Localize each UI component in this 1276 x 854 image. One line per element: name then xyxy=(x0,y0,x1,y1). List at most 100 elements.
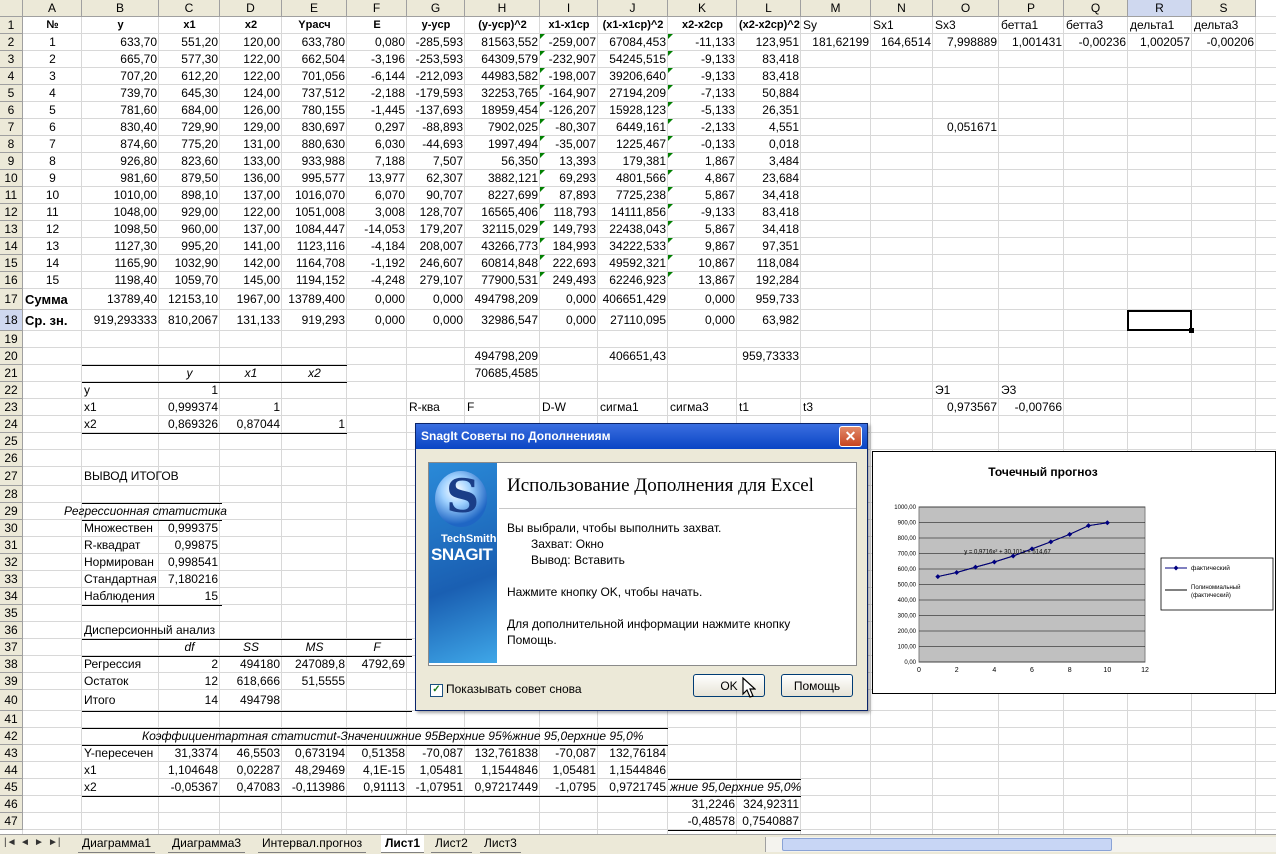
cell-H23[interactable]: F xyxy=(465,399,540,416)
cell-F17[interactable]: 0,000 xyxy=(347,289,407,310)
cell-D24[interactable]: 0,87044 xyxy=(220,416,282,433)
cell-I12[interactable]: 118,793 xyxy=(540,204,598,221)
cell-G9[interactable]: 7,507 xyxy=(407,153,465,170)
cell-G12[interactable]: 128,707 xyxy=(407,204,465,221)
cell-G17[interactable]: 0,000 xyxy=(407,289,465,310)
column-header-J[interactable]: J xyxy=(598,0,668,17)
sheet-tab-0[interactable]: Диаграмма1 xyxy=(78,835,156,853)
cell-I7[interactable]: -80,307 xyxy=(540,119,598,136)
cell-O22[interactable]: Э1 xyxy=(933,382,999,399)
cell-J2[interactable]: 67084,453 xyxy=(598,34,668,51)
cell-J12[interactable]: 14111,856 xyxy=(598,204,668,221)
cell-H6[interactable]: 18959,454 xyxy=(465,102,540,119)
cell-J20[interactable]: 406651,43 xyxy=(598,348,668,365)
row-header-28[interactable]: 28 xyxy=(0,486,23,503)
column-header-P[interactable]: P xyxy=(999,0,1064,17)
row-header-47[interactable]: 47 xyxy=(0,813,23,830)
cell-G6[interactable]: -137,693 xyxy=(407,102,465,119)
cell-C5[interactable]: 645,30 xyxy=(159,85,220,102)
cell-B15[interactable]: 1165,90 xyxy=(82,255,159,272)
row-header-19[interactable]: 19 xyxy=(0,331,23,348)
row-header-17[interactable]: 17 xyxy=(0,289,23,310)
cell-L2[interactable]: 123,951 xyxy=(737,34,801,51)
cell-F37[interactable]: F xyxy=(347,639,407,656)
row-header-22[interactable]: 22 xyxy=(0,382,23,399)
cell-B30[interactable]: Множествен xyxy=(82,520,159,537)
cell-F16[interactable]: -4,248 xyxy=(347,272,407,289)
cell-E5[interactable]: 737,512 xyxy=(282,85,347,102)
cell-D21[interactable]: x1 xyxy=(220,365,282,382)
cell-C33[interactable]: 7,180216 xyxy=(159,571,220,588)
cell-C15[interactable]: 1032,90 xyxy=(159,255,220,272)
cell-D4[interactable]: 122,00 xyxy=(220,68,282,85)
cell-D43[interactable]: 46,5503 xyxy=(220,745,282,762)
cell-C21[interactable]: y xyxy=(159,365,220,382)
cell-A29[interactable]: Регрессионная статистика xyxy=(62,503,282,520)
cell-I23[interactable]: D-W xyxy=(540,399,598,416)
cell-K1[interactable]: x2-x2ср xyxy=(668,17,737,34)
cell-D5[interactable]: 124,00 xyxy=(220,85,282,102)
cell-G43[interactable]: -70,087 xyxy=(407,745,465,762)
cell-C13[interactable]: 960,00 xyxy=(159,221,220,238)
cell-P23[interactable]: -0,00766 xyxy=(999,399,1064,416)
row-header-44[interactable]: 44 xyxy=(0,762,23,779)
cell-J13[interactable]: 22438,043 xyxy=(598,221,668,238)
cell-C45[interactable]: -0,05367 xyxy=(159,779,220,796)
cell-I4[interactable]: -198,007 xyxy=(540,68,598,85)
cell-F44[interactable]: 4,1E-15 xyxy=(347,762,407,779)
cell-M1[interactable]: Sy xyxy=(801,17,871,34)
cell-R2[interactable]: 1,002057 xyxy=(1128,34,1192,51)
cell-D2[interactable]: 120,00 xyxy=(220,34,282,51)
cell-E38[interactable]: 247089,8 xyxy=(282,656,347,673)
cell-C7[interactable]: 729,90 xyxy=(159,119,220,136)
cell-F18[interactable]: 0,000 xyxy=(347,310,407,331)
cell-B11[interactable]: 1010,00 xyxy=(82,187,159,204)
cell-C18[interactable]: 810,2067 xyxy=(159,310,220,331)
cell-G13[interactable]: 179,207 xyxy=(407,221,465,238)
cell-C34[interactable]: 15 xyxy=(159,588,220,605)
cell-L18[interactable]: 63,982 xyxy=(737,310,801,331)
cell-D12[interactable]: 122,00 xyxy=(220,204,282,221)
cell-F7[interactable]: 0,297 xyxy=(347,119,407,136)
cell-O1[interactable]: Sx3 xyxy=(933,17,999,34)
cell-A11[interactable]: 10 xyxy=(23,187,82,204)
column-header-L[interactable]: L xyxy=(737,0,801,17)
column-header-F[interactable]: F xyxy=(347,0,407,17)
cell-B4[interactable]: 707,20 xyxy=(82,68,159,85)
cell-D15[interactable]: 142,00 xyxy=(220,255,282,272)
cell-H7[interactable]: 7902,025 xyxy=(465,119,540,136)
cell-G8[interactable]: -44,693 xyxy=(407,136,465,153)
row-header-16[interactable]: 16 xyxy=(0,272,23,289)
cell-L1[interactable]: (x2-x2ср)^2 xyxy=(737,17,801,34)
row-header-37[interactable]: 37 xyxy=(0,639,23,656)
cell-B23[interactable]: x1 xyxy=(82,399,159,416)
cell-O7[interactable]: 0,051671 xyxy=(933,119,999,136)
cell-D1[interactable]: x2 xyxy=(220,17,282,34)
cell-K4[interactable]: -9,133 xyxy=(668,68,737,85)
cell-F3[interactable]: -3,196 xyxy=(347,51,407,68)
row-header-34[interactable]: 34 xyxy=(0,588,23,605)
cell-F11[interactable]: 6,070 xyxy=(347,187,407,204)
cell-L11[interactable]: 34,418 xyxy=(737,187,801,204)
cell-J17[interactable]: 406651,429 xyxy=(598,289,668,310)
cell-E13[interactable]: 1084,447 xyxy=(282,221,347,238)
column-header-R[interactable]: R xyxy=(1128,0,1192,17)
cell-E45[interactable]: -0,113986 xyxy=(282,779,347,796)
cell-P1[interactable]: бетта1 xyxy=(999,17,1064,34)
first-sheet-icon[interactable]: |◄ xyxy=(4,837,17,848)
cell-L46[interactable]: 324,92311 xyxy=(737,796,801,813)
cell-M2[interactable]: 181,62199 xyxy=(801,34,871,51)
cell-B39[interactable]: Остаток xyxy=(82,673,159,690)
cell-A5[interactable]: 4 xyxy=(23,85,82,102)
cell-E16[interactable]: 1194,152 xyxy=(282,272,347,289)
cell-J16[interactable]: 62246,923 xyxy=(598,272,668,289)
cell-K47[interactable]: -0,48578 xyxy=(668,813,737,830)
row-header-39[interactable]: 39 xyxy=(0,673,23,690)
cell-H8[interactable]: 1997,494 xyxy=(465,136,540,153)
cell-H16[interactable]: 77900,531 xyxy=(465,272,540,289)
cell-J6[interactable]: 15928,123 xyxy=(598,102,668,119)
cell-G16[interactable]: 279,107 xyxy=(407,272,465,289)
row-header-40[interactable]: 40 xyxy=(0,690,23,711)
cell-C40[interactable]: 14 xyxy=(159,690,220,711)
cell-K8[interactable]: -0,133 xyxy=(668,136,737,153)
